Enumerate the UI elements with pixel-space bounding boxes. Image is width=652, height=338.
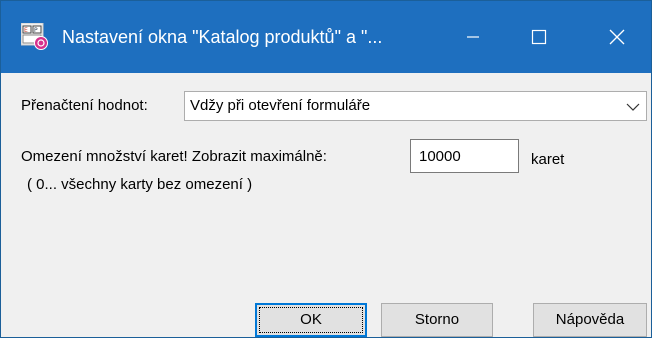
close-icon: [609, 29, 625, 45]
limit-label: Omezení množství karet! Zobrazit maximál…: [21, 148, 327, 165]
reload-select-value: Vdžy při otevření formuláře: [190, 97, 371, 114]
help-button[interactable]: Nápověda: [533, 303, 647, 337]
svg-text:P: P: [34, 27, 38, 34]
title-bar[interactable]: E P Nastavení okna "Katalog produktů" a …: [1, 1, 651, 73]
settings-dialog: E P Nastavení okna "Katalog produktů" a …: [0, 0, 652, 338]
app-ep-icon: E P: [21, 23, 48, 50]
max-cards-input[interactable]: [410, 139, 519, 173]
focus-rect: [259, 307, 363, 333]
minimize-icon: [467, 36, 479, 38]
maximize-button[interactable]: [507, 1, 571, 73]
svg-text:E: E: [24, 27, 28, 34]
minimize-button[interactable]: [441, 1, 505, 73]
chevron-down-icon[interactable]: [626, 101, 640, 113]
limit-unit: karet: [531, 151, 565, 168]
cancel-button-label: Storno: [414, 311, 460, 328]
reload-select[interactable]: Vdžy při otevření formuláře: [184, 91, 647, 121]
help-button-label: Nápověda: [555, 311, 625, 328]
maximize-icon: [531, 29, 547, 45]
cancel-button[interactable]: Storno: [381, 303, 493, 337]
window-title: Nastavení okna "Katalog produktů" a "...: [62, 27, 383, 47]
close-button[interactable]: [585, 1, 649, 73]
reload-label: Přenačtení hodnot:: [21, 97, 148, 114]
limit-hint: ( 0... všechny karty bez omezení ): [27, 176, 253, 193]
ok-button[interactable]: OK: [255, 303, 367, 337]
